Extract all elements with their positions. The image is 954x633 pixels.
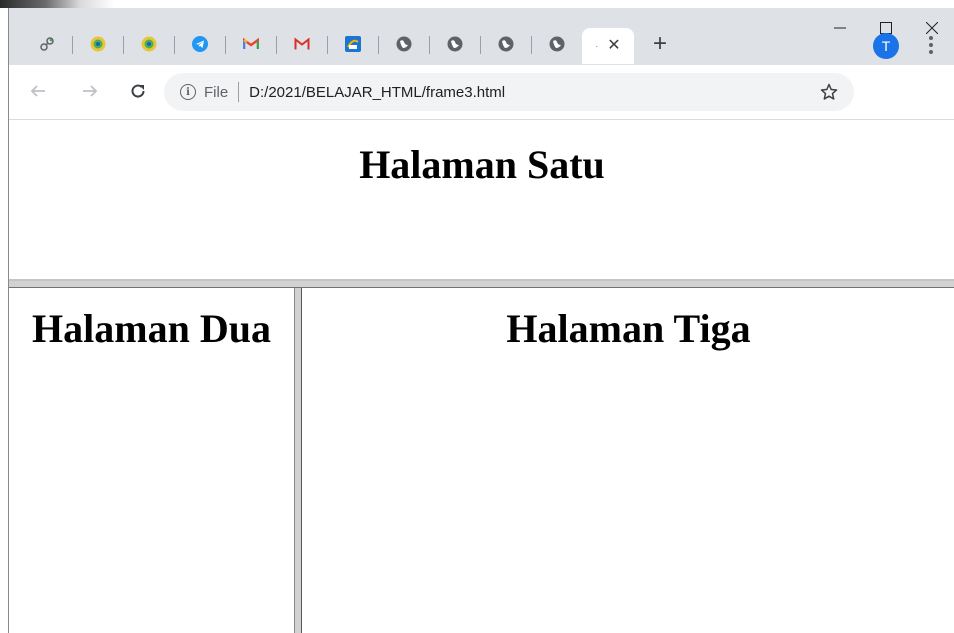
globe-icon bbox=[396, 36, 411, 52]
profile-avatar[interactable]: T bbox=[873, 33, 899, 59]
arrow-left-icon bbox=[30, 85, 45, 97]
tab-strip: · ✕ + bbox=[9, 8, 954, 65]
frame-top: Halaman Satu bbox=[9, 121, 954, 279]
reload-button[interactable] bbox=[123, 76, 153, 106]
frame-right: Halaman Tiga bbox=[302, 288, 954, 633]
tab-9[interactable] bbox=[429, 28, 480, 60]
app-icon bbox=[344, 36, 361, 52]
browser-window: · ✕ + i File D:/2021/BELAJAR_HTML/frame3… bbox=[8, 8, 954, 633]
tab-8[interactable] bbox=[378, 28, 429, 60]
tab-1[interactable] bbox=[21, 28, 72, 60]
browser-toolbar: i File D:/2021/BELAJAR_HTML/frame3.html bbox=[9, 65, 954, 120]
desktop-wallpaper-fragment bbox=[0, 0, 114, 8]
frameset-vertical-border[interactable] bbox=[294, 288, 302, 633]
new-tab-button[interactable]: + bbox=[642, 28, 678, 60]
close-icon[interactable]: ✕ bbox=[607, 38, 620, 54]
page-heading-satu: Halaman Satu bbox=[359, 142, 605, 187]
tab-5[interactable] bbox=[225, 28, 276, 60]
tab-2[interactable] bbox=[72, 28, 123, 60]
info-icon[interactable]: i bbox=[180, 84, 196, 100]
frameset-horizontal-border[interactable] bbox=[9, 279, 954, 288]
menu-dot bbox=[929, 50, 933, 54]
star-icon bbox=[820, 83, 838, 100]
gmail-icon bbox=[242, 37, 259, 49]
minimize-icon bbox=[834, 27, 846, 29]
reload-icon bbox=[131, 84, 145, 98]
minimize-button[interactable] bbox=[817, 8, 863, 48]
menu-dot bbox=[929, 43, 933, 47]
university-seal-icon bbox=[90, 36, 105, 52]
menu-button[interactable] bbox=[921, 30, 941, 60]
bookmark-button[interactable] bbox=[818, 81, 840, 103]
menu-dot bbox=[929, 36, 933, 40]
tab-4[interactable] bbox=[174, 28, 225, 60]
tab-7[interactable] bbox=[327, 28, 378, 60]
page-heading-dua: Halaman Dua bbox=[32, 306, 271, 351]
url-separator bbox=[238, 82, 240, 102]
telegram-icon bbox=[191, 36, 208, 52]
tab-3[interactable] bbox=[123, 28, 174, 60]
tab-6[interactable] bbox=[276, 28, 327, 60]
address-bar[interactable]: i File D:/2021/BELAJAR_HTML/frame3.html bbox=[164, 73, 854, 111]
tab-row: · ✕ + bbox=[21, 28, 678, 64]
tab-title-fragment: · bbox=[595, 41, 599, 51]
url-text[interactable]: D:/2021/BELAJAR_HTML/frame3.html bbox=[249, 84, 505, 101]
tab-11[interactable] bbox=[531, 28, 582, 60]
arrow-right-icon bbox=[83, 85, 98, 97]
gmail-icon bbox=[294, 37, 309, 50]
tab-active[interactable]: · ✕ bbox=[582, 28, 634, 64]
globe-icon bbox=[447, 36, 462, 52]
scheme-label: File bbox=[204, 83, 229, 101]
link-icon bbox=[39, 37, 54, 51]
back-button[interactable] bbox=[23, 76, 53, 106]
university-seal-icon bbox=[141, 36, 156, 52]
globe-icon bbox=[549, 36, 564, 52]
globe-icon bbox=[498, 36, 513, 52]
frame-left: Halaman Dua bbox=[9, 288, 294, 633]
forward-button[interactable] bbox=[75, 76, 105, 106]
page-heading-tiga: Halaman Tiga bbox=[506, 306, 751, 351]
tab-10[interactable] bbox=[480, 28, 531, 60]
